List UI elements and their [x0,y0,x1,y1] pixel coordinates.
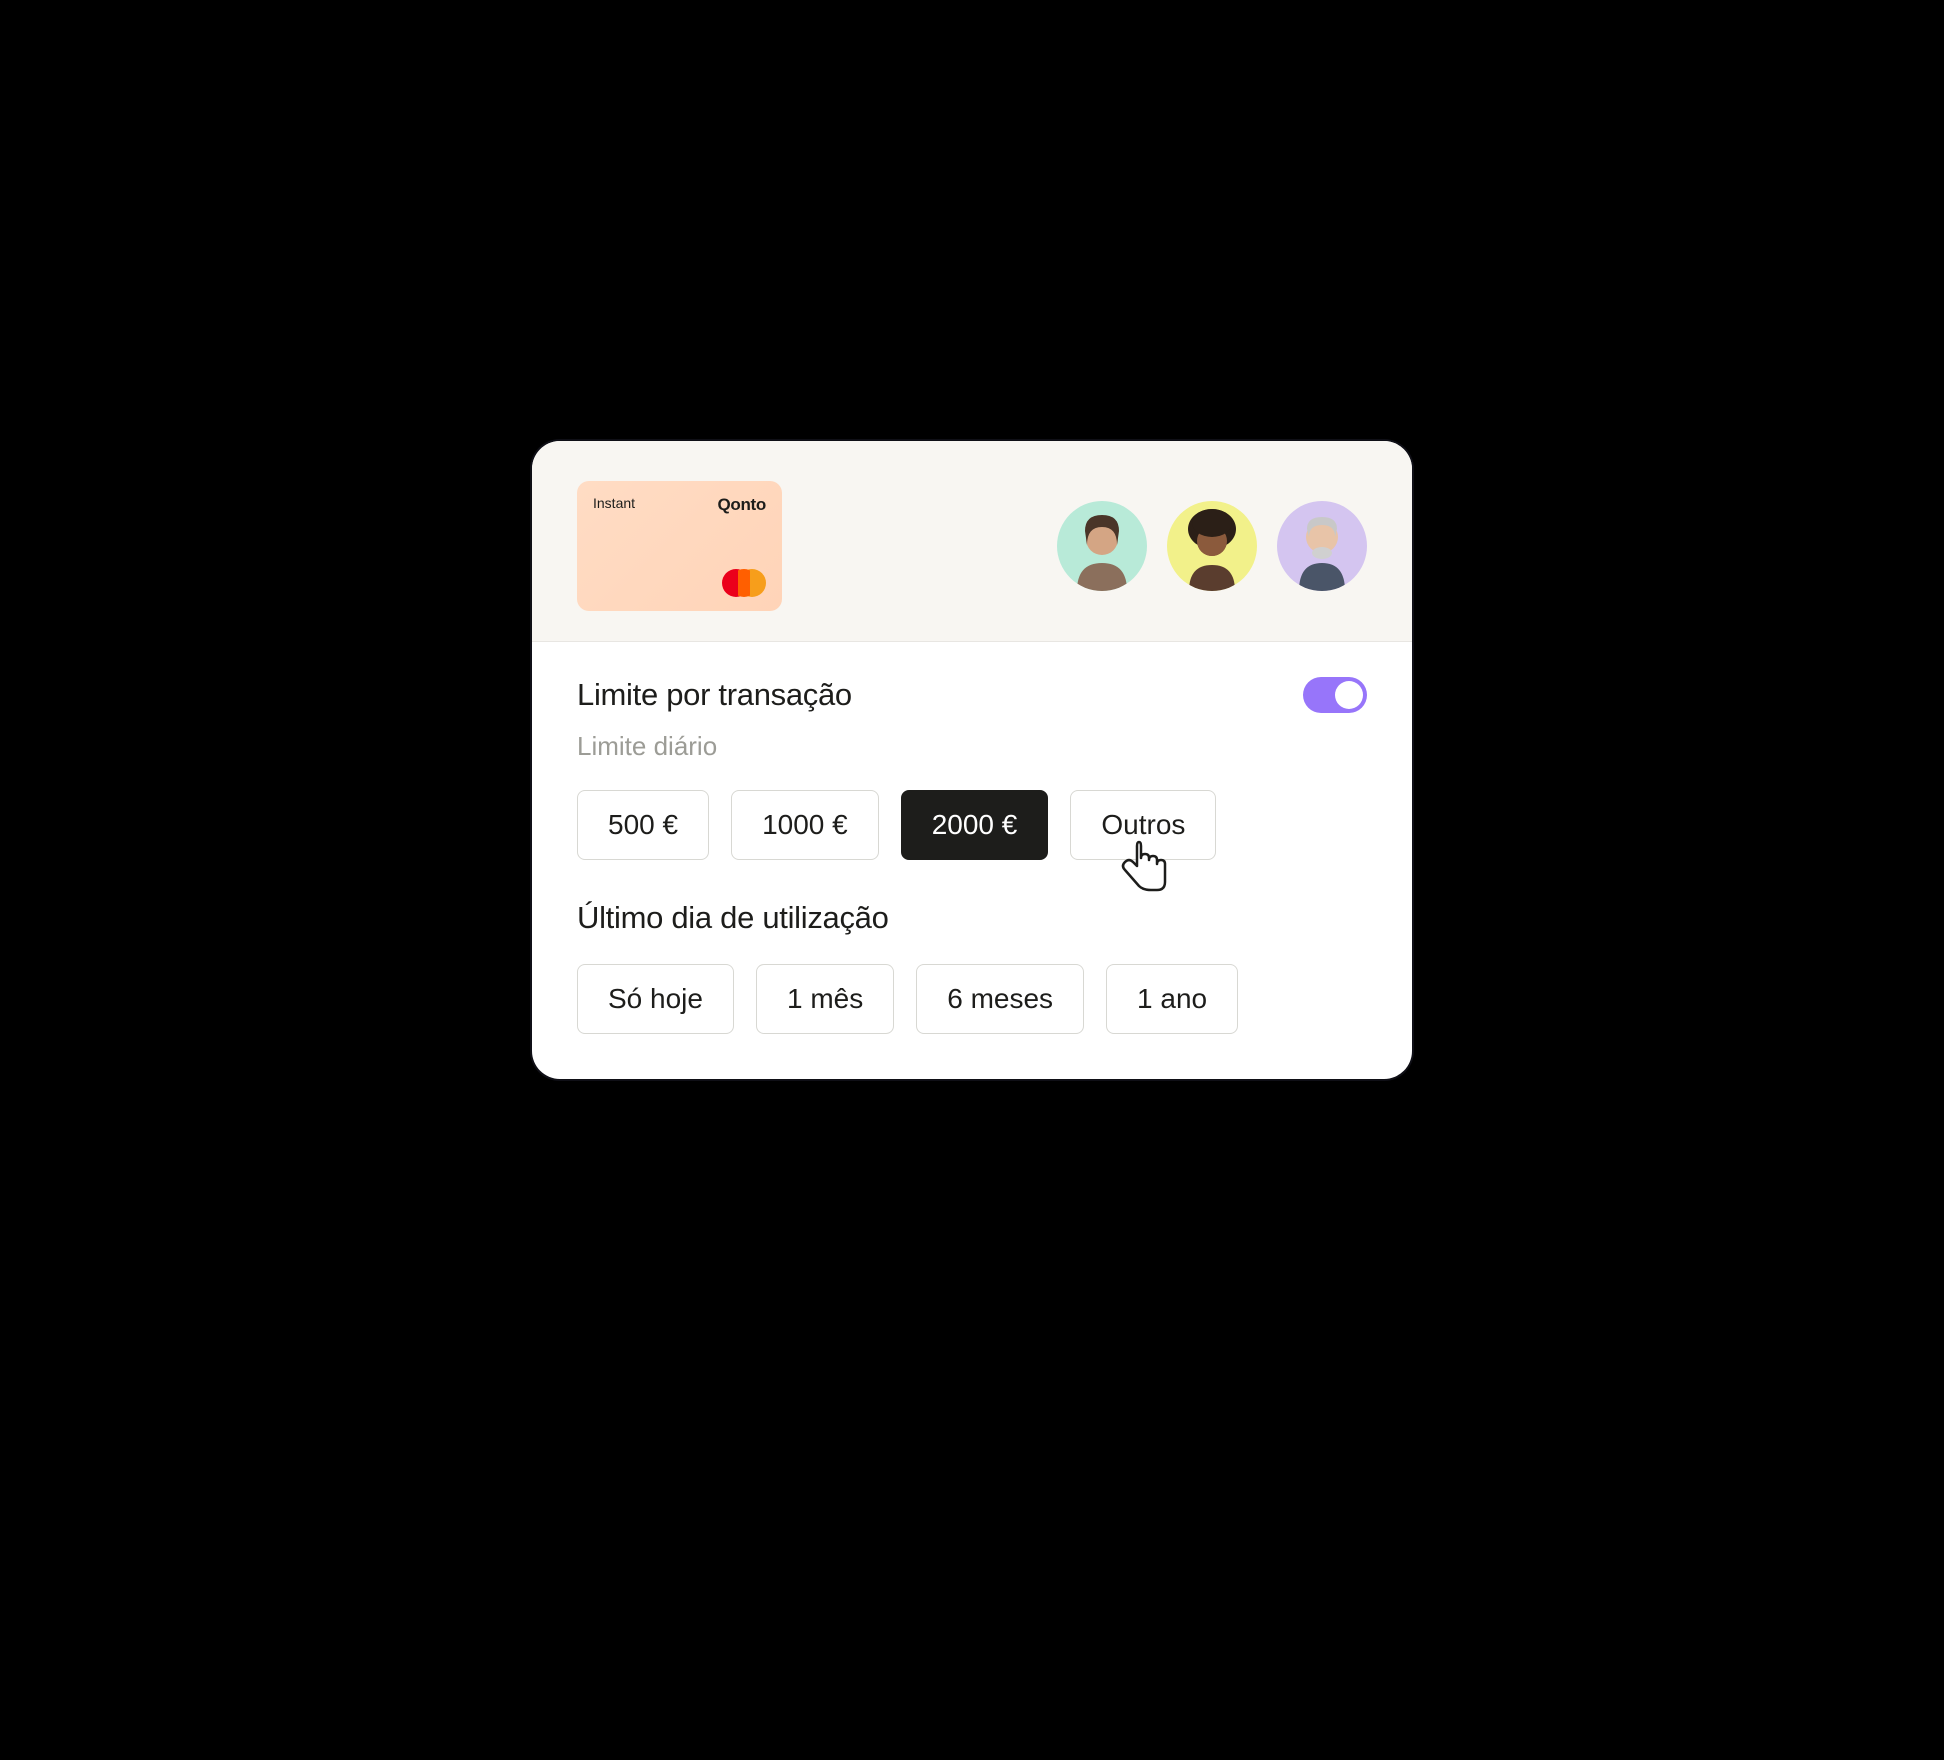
limit-option-1000[interactable]: 1000 € [731,790,879,860]
daily-limit-options: 500 € 1000 € 2000 € Outros [577,790,1367,860]
panel-header: Instant Qonto [532,441,1412,642]
card-brand-label: Qonto [717,495,766,515]
transaction-limit-title: Limite por transação [577,677,852,713]
transaction-limit-row: Limite por transação [577,677,1367,713]
mastercard-icon [722,569,766,597]
daily-limit-label: Limite diário [577,731,1367,762]
last-day-title: Último dia de utilização [577,900,1367,936]
avatar[interactable] [1277,501,1367,591]
avatar-group [1057,501,1367,591]
card-settings-panel: Instant Qonto [532,441,1412,1079]
payment-card[interactable]: Instant Qonto [577,481,782,611]
last-day-options: Só hoje 1 mês 6 meses 1 ano [577,964,1367,1034]
transaction-limit-toggle[interactable] [1303,677,1367,713]
duration-option-today[interactable]: Só hoje [577,964,734,1034]
duration-option-1year[interactable]: 1 ano [1106,964,1238,1034]
avatar[interactable] [1167,501,1257,591]
duration-option-1month[interactable]: 1 mês [756,964,894,1034]
limit-option-2000[interactable]: 2000 € [901,790,1049,860]
panel-body: Limite por transação Limite diário 500 €… [532,642,1412,1079]
avatar[interactable] [1057,501,1147,591]
limit-option-500[interactable]: 500 € [577,790,709,860]
limit-option-other[interactable]: Outros [1070,790,1216,860]
duration-option-6months[interactable]: 6 meses [916,964,1084,1034]
